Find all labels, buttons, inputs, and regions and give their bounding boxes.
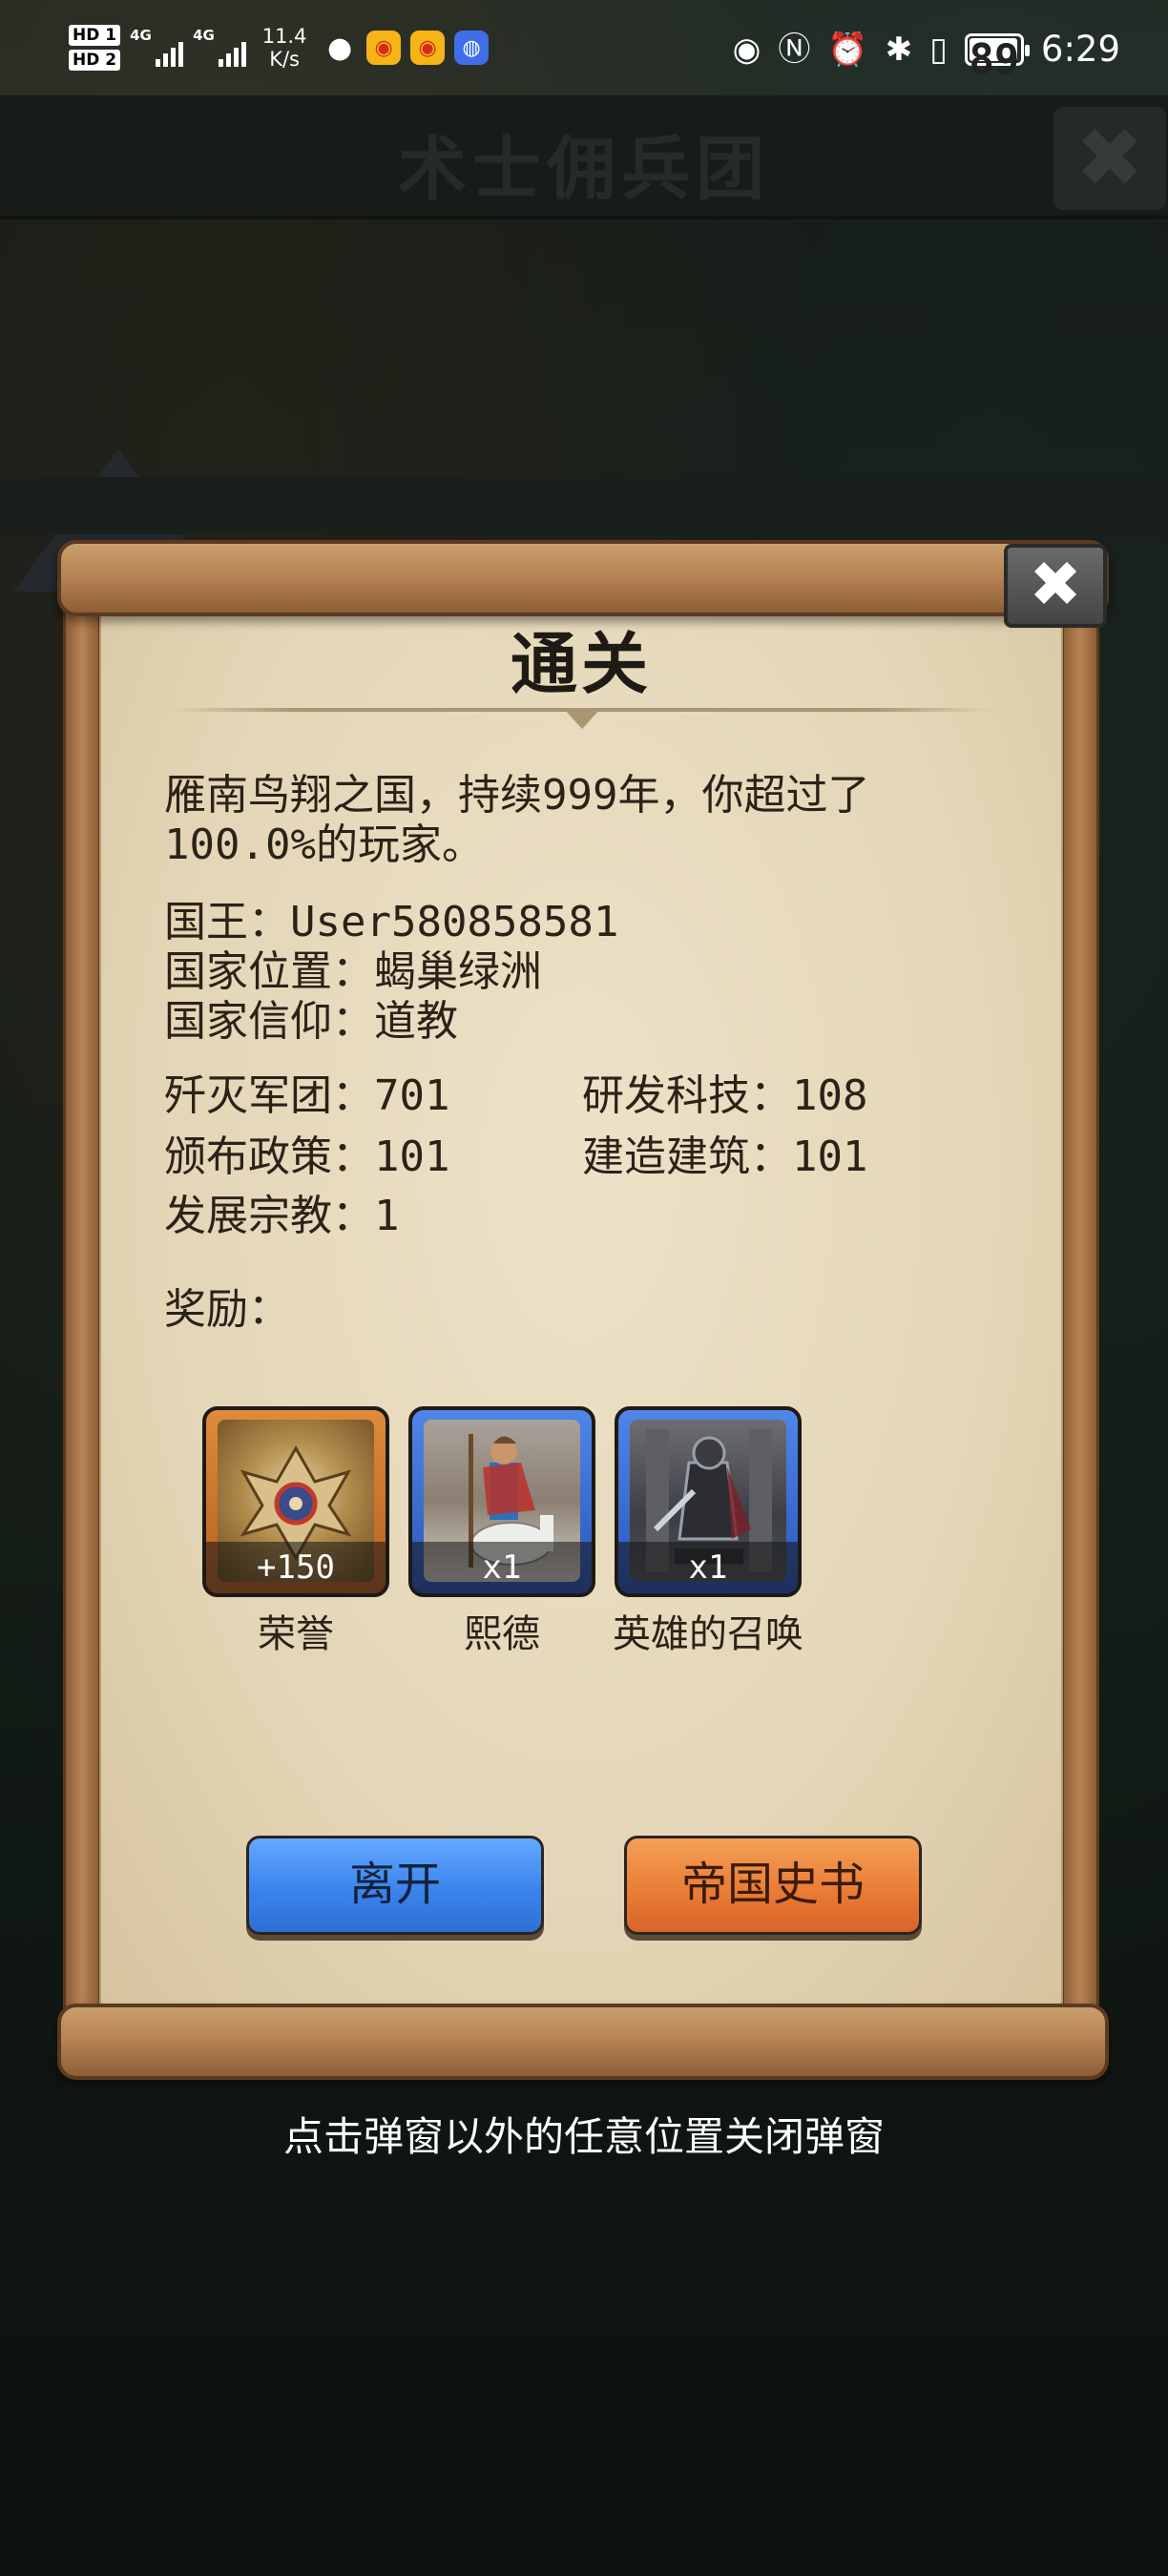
location-row: 国家位置：蝎巢绿洲 [164, 948, 542, 996]
faith-value: 道教 [374, 997, 458, 1046]
policy-value: 101 [374, 1132, 450, 1181]
building-label: 建造建筑： [582, 1132, 792, 1181]
weibo-icon: ◉ [366, 31, 402, 65]
leave-button[interactable]: 离开 [246, 1836, 544, 1935]
legions-value: 701 [374, 1071, 450, 1120]
title-divider [172, 708, 992, 729]
eye-icon: ◉ [732, 30, 761, 69]
tech-label: 研发科技： [582, 1071, 792, 1120]
hd1-badge: HD 1 [69, 25, 121, 46]
wechat-icon: ● [327, 31, 353, 65]
king-label: 国王： [164, 898, 290, 946]
religion-label: 发展宗教： [164, 1192, 374, 1240]
scroll-edge-right [1061, 592, 1099, 2023]
signal-icon: 4G [193, 27, 247, 69]
policy-stat: 颁布政策：101 [164, 1133, 449, 1181]
religion-value: 1 [374, 1192, 400, 1240]
king-value: User580858581 [290, 898, 619, 946]
reward-item[interactable]: +150 荣誉 [202, 1406, 389, 1658]
faith-label: 国家信仰： [164, 997, 374, 1046]
reward-name: 熙德 [464, 1612, 540, 1656]
tech-value: 108 [792, 1071, 868, 1120]
reward-item[interactable]: x1 英雄的召唤 [613, 1406, 803, 1658]
scroll-edge-left [63, 592, 101, 2023]
religion-stat: 发展宗教：1 [164, 1193, 400, 1240]
weibo-icon: ◉ [410, 31, 446, 65]
scroll-rod-bottom [57, 2004, 1109, 2080]
legions-stat: 歼灭军团：701 [164, 1072, 449, 1120]
rewards-label: 奖励： [164, 1285, 290, 1334]
signal-icon: 4G [130, 27, 184, 69]
battery-level: 89 [969, 34, 1020, 84]
nfc-icon: Ⓝ [778, 30, 811, 69]
alarm-icon: ⏰ [827, 30, 868, 69]
reward-card[interactable]: +150 [202, 1406, 389, 1597]
faith-row: 国家信仰：道教 [164, 998, 458, 1046]
bluetooth-icon: ✱ [885, 30, 913, 69]
reward-name: 荣誉 [258, 1612, 334, 1656]
network-label-1: 4G [130, 27, 152, 44]
dialog-title: 通关 [511, 625, 652, 703]
reward-item[interactable]: x1 熙德 [408, 1406, 595, 1658]
vibrate-icon: ▯ [929, 30, 948, 69]
location-value: 蝎巢绿洲 [374, 947, 542, 996]
bulb-icon: ◍ [454, 31, 490, 65]
reward-name: 英雄的召唤 [613, 1612, 803, 1656]
close-hint: 点击弹窗以外的任意位置关闭弹窗 [282, 2113, 885, 2160]
network-speed: 11.4 K/s [261, 25, 307, 71]
policy-label: 颁布政策： [164, 1132, 374, 1181]
reward-qty: +150 [206, 1542, 386, 1593]
scroll-rod-top [57, 540, 1109, 616]
reward-card[interactable]: x1 [615, 1406, 802, 1597]
legions-label: 歼灭军团： [164, 1071, 374, 1120]
location-label: 国家位置： [164, 947, 374, 996]
rewards-list: +150 荣誉 x1 熙德 x1 英雄的召唤 [202, 1406, 803, 1658]
building-value: 101 [792, 1132, 868, 1181]
reward-card[interactable]: x1 [408, 1406, 595, 1597]
reward-qty: x1 [412, 1542, 592, 1593]
king-row: 国王：User580858581 [164, 899, 618, 946]
reward-qty: x1 [618, 1542, 798, 1593]
hd2-badge: HD 2 [69, 50, 121, 71]
summary-text: 雁南鸟翔之国，持续999年，你超过了100.0%的玩家。 [164, 771, 870, 869]
empire-history-button[interactable]: 帝国史书 [624, 1836, 922, 1935]
status-bar: HD 1 HD 2 4G 4G 11.4 K/s ● ◉ ◉ ◍ ◉ Ⓝ ⏰ ✱… [0, 0, 1168, 95]
tech-stat: 研发科技：108 [582, 1072, 867, 1120]
building-stat: 建造建筑：101 [582, 1133, 867, 1181]
clock: 6:29 [1040, 29, 1120, 70]
battery-icon: 89 [964, 32, 1030, 83]
network-label-2: 4G [193, 27, 215, 44]
